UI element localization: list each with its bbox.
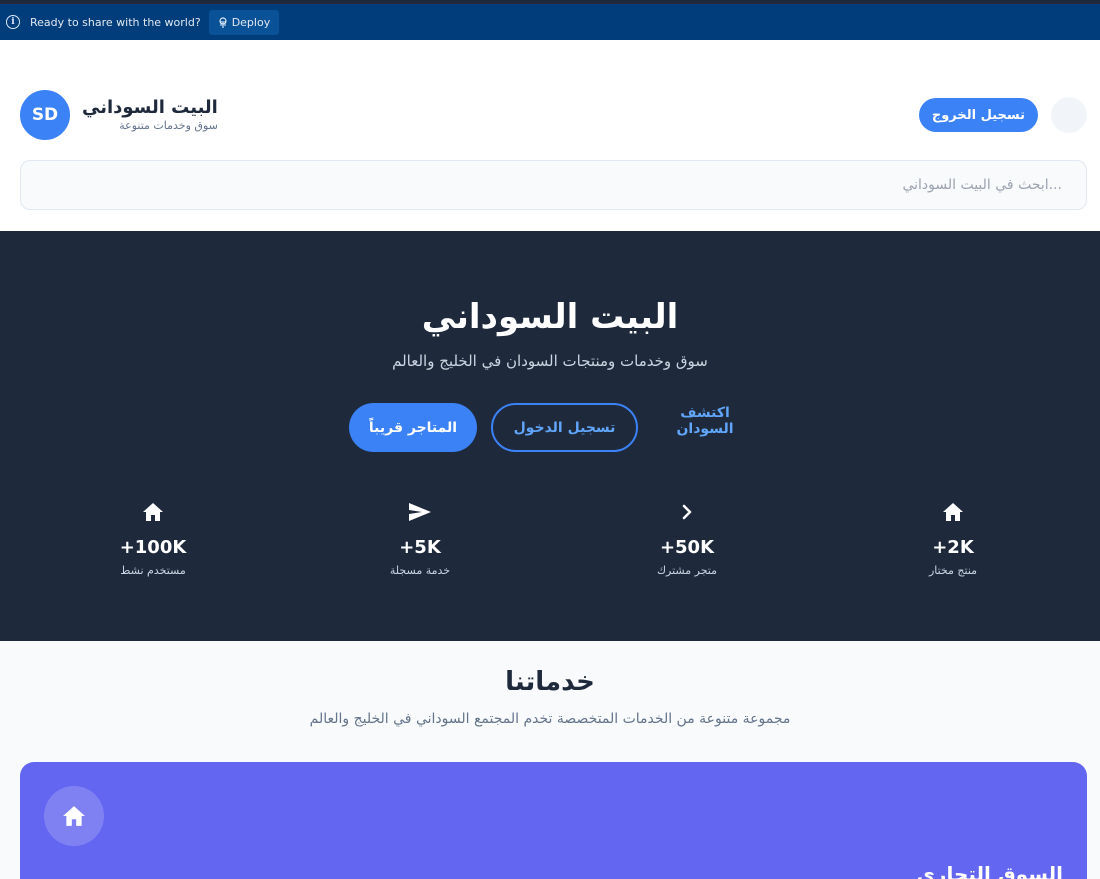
deploy-banner: i Ready to share with the world? Deploy [0,4,1100,40]
logo-avatar: SD [20,90,70,140]
stat-label: متجر مشترك [656,564,718,577]
info-icon: i [6,15,20,29]
brand-subtitle: سوق وخدمات متنوعة [119,119,218,132]
banner-message: Ready to share with the world? [30,15,201,29]
brand[interactable]: SD البيت السوداني سوق وخدمات متنوعة [20,90,218,140]
site-header: SD البيت السوداني سوق وخدمات متنوعة تسجي… [0,40,1100,231]
brand-title: البيت السوداني [82,97,218,118]
deploy-label: Deploy [231,15,271,29]
stat-value: +5K [399,537,441,558]
home-icon [873,499,1033,525]
stat-value: +2K [932,537,974,558]
service-card[interactable]: السوق التجاري [20,762,1087,879]
explore-link[interactable]: اكتشف السودان [652,405,758,437]
stat-value: +50K [659,537,715,558]
deploy-icon [219,16,227,28]
service-card-title: السوق التجاري [916,862,1063,879]
services-title: خدماتنا [505,667,595,697]
stat-value: +100K [119,537,187,558]
send-icon [340,499,500,525]
chevron-right-icon [607,499,767,525]
stat-label: خدمة مسجلة [389,564,451,577]
deploy-button[interactable]: Deploy [208,9,280,35]
stat-services: +5K خدمة مسجلة [340,499,500,577]
hero-title: البيت السوداني [421,297,679,337]
search-input[interactable] [20,160,1087,210]
stat-products: +2K منتج مختار [873,499,1033,577]
stat-label: منتج مختار [928,564,978,577]
user-avatar[interactable] [1051,97,1087,133]
stores-button[interactable]: المتاجر قريباً [349,403,477,452]
home-icon [73,499,233,525]
logout-button[interactable]: تسجيل الخروج [918,98,1038,132]
services-subtitle: مجموعة متنوعة من الخدمات المتخصصة تخدم ا… [309,711,791,727]
hero-section: البيت السوداني سوق وخدمات ومنتجات السودا… [0,231,1100,641]
stat-label: مستخدم نشط [120,564,186,577]
stat-stores: +50K متجر مشترك [607,499,767,577]
stat-users: +100K مستخدم نشط [73,499,233,577]
home-icon [44,786,104,846]
services-section: خدماتنا مجموعة متنوعة من الخدمات المتخصص… [0,641,1100,879]
hero-subtitle: سوق وخدمات ومنتجات السودان في الخليج وال… [392,352,708,370]
login-button[interactable]: تسجيل الدخول [491,403,638,452]
